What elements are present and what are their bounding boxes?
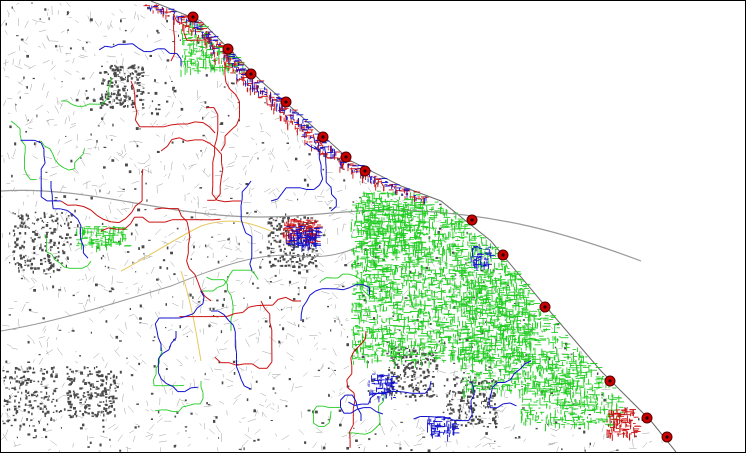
marker-6[interactable] bbox=[340, 151, 352, 163]
marker-10[interactable] bbox=[539, 301, 551, 313]
map-canvas[interactable] bbox=[0, 0, 746, 453]
marker-13[interactable] bbox=[661, 431, 673, 443]
marker-8[interactable] bbox=[466, 214, 478, 226]
marker-4[interactable] bbox=[280, 96, 292, 108]
network-map[interactable] bbox=[1, 1, 745, 452]
marker-2[interactable] bbox=[222, 43, 234, 55]
marker-11[interactable] bbox=[604, 375, 616, 387]
marker-1[interactable] bbox=[187, 11, 199, 23]
marker-3[interactable] bbox=[245, 68, 257, 80]
marker-5[interactable] bbox=[317, 131, 329, 143]
marker-9[interactable] bbox=[497, 249, 509, 261]
marker-12[interactable] bbox=[641, 412, 653, 424]
marker-7[interactable] bbox=[359, 165, 371, 177]
